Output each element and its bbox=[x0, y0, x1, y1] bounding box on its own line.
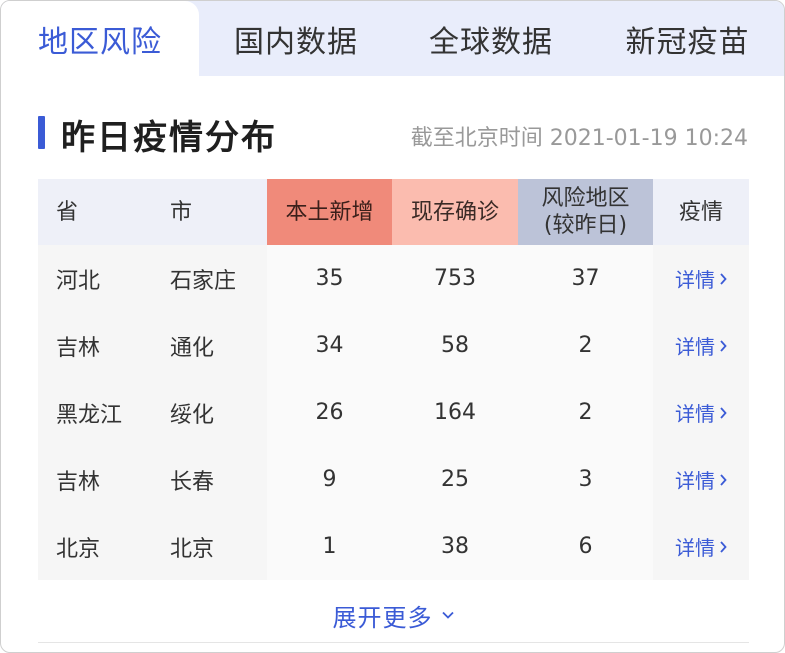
cell-detail: 详情 bbox=[653, 379, 749, 446]
header-detail: 疫情 bbox=[653, 179, 749, 245]
cell-detail: 详情 bbox=[653, 245, 749, 312]
cell-new-local: 26 bbox=[267, 379, 392, 446]
detail-link[interactable]: 详情 bbox=[675, 532, 727, 561]
detail-link-label: 详情 bbox=[675, 536, 715, 560]
cell-detail: 详情 bbox=[653, 446, 749, 513]
detail-link[interactable]: 详情 bbox=[675, 331, 727, 360]
detail-link-label: 详情 bbox=[675, 268, 715, 292]
section-header: 昨日疫情分布 截至北京时间 2021-01-19 10:24 bbox=[1, 76, 784, 176]
header-province: 省 bbox=[38, 179, 152, 245]
cell-city: 通化 bbox=[152, 312, 267, 379]
tab-region-risk[interactable]: 地区风险 bbox=[1, 1, 199, 76]
cell-city: 北京 bbox=[152, 513, 267, 580]
header-risk-area-line2: (较昨日) bbox=[543, 213, 628, 238]
cell-new-local: 35 bbox=[267, 245, 392, 312]
cell-existing: 753 bbox=[392, 245, 518, 312]
cell-province: 吉林 bbox=[38, 446, 152, 513]
table-header-row: 省 市 本土新增 现存确诊 风险地区 (较昨日) 疫情 bbox=[38, 179, 749, 245]
chevron-right-icon bbox=[720, 473, 727, 486]
tab-vaccine[interactable]: 新冠疫苗 bbox=[589, 1, 784, 76]
cell-new-local: 9 bbox=[267, 446, 392, 513]
cell-new-local: 1 bbox=[267, 513, 392, 580]
detail-link-label: 详情 bbox=[675, 402, 715, 426]
detail-link[interactable]: 详情 bbox=[675, 264, 727, 293]
cell-risk: 37 bbox=[518, 245, 653, 312]
cell-risk: 6 bbox=[518, 513, 653, 580]
cell-risk: 3 bbox=[518, 446, 653, 513]
cell-existing: 25 bbox=[392, 446, 518, 513]
tab-domestic-data[interactable]: 国内数据 bbox=[199, 1, 393, 76]
cell-detail: 详情 bbox=[653, 312, 749, 379]
cell-existing: 38 bbox=[392, 513, 518, 580]
expand-more-button[interactable]: 展开更多 bbox=[1, 585, 784, 645]
detail-link-label: 详情 bbox=[675, 335, 715, 359]
divider bbox=[38, 642, 749, 643]
chevron-right-icon bbox=[720, 540, 727, 553]
cell-risk: 2 bbox=[518, 379, 653, 446]
chevron-right-icon bbox=[720, 272, 727, 285]
epidemic-table: 省 市 本土新增 现存确诊 风险地区 (较昨日) 疫情 河北 石家庄 35 75… bbox=[38, 179, 749, 580]
chevron-right-icon bbox=[720, 339, 727, 352]
section-accent-bar bbox=[38, 116, 45, 149]
cell-province: 黑龙江 bbox=[38, 379, 152, 446]
table-row: 黑龙江 绥化 26 164 2 详情 bbox=[38, 379, 749, 446]
cell-existing: 58 bbox=[392, 312, 518, 379]
chevron-down-icon bbox=[441, 611, 454, 619]
cell-detail: 详情 bbox=[653, 513, 749, 580]
update-timestamp: 截至北京时间 2021-01-19 10:24 bbox=[410, 126, 748, 151]
header-city: 市 bbox=[152, 179, 267, 245]
section-title: 昨日疫情分布 bbox=[61, 118, 277, 158]
tab-bar: 地区风险 国内数据 全球数据 新冠疫苗 bbox=[1, 1, 784, 76]
detail-link-label: 详情 bbox=[675, 469, 715, 493]
cell-city: 石家庄 bbox=[152, 245, 267, 312]
header-risk-area[interactable]: 风险地区 (较昨日) bbox=[518, 179, 653, 245]
cell-province: 北京 bbox=[38, 513, 152, 580]
detail-link[interactable]: 详情 bbox=[675, 465, 727, 494]
chevron-right-icon bbox=[720, 406, 727, 419]
table-row: 吉林 通化 34 58 2 详情 bbox=[38, 312, 749, 379]
tab-global-data[interactable]: 全球数据 bbox=[393, 1, 589, 76]
cell-city: 长春 bbox=[152, 446, 267, 513]
page-frame: 地区风险 国内数据 全球数据 新冠疫苗 昨日疫情分布 截至北京时间 2021-0… bbox=[0, 0, 785, 653]
table-row: 吉林 长春 9 25 3 详情 bbox=[38, 446, 749, 513]
expand-more-label: 展开更多 bbox=[332, 603, 433, 632]
cell-city: 绥化 bbox=[152, 379, 267, 446]
cell-province: 吉林 bbox=[38, 312, 152, 379]
cell-province: 河北 bbox=[38, 245, 152, 312]
header-existing-confirmed[interactable]: 现存确诊 bbox=[392, 179, 518, 245]
cell-existing: 164 bbox=[392, 379, 518, 446]
detail-link[interactable]: 详情 bbox=[675, 398, 727, 427]
cell-new-local: 34 bbox=[267, 312, 392, 379]
table-row: 北京 北京 1 38 6 详情 bbox=[38, 513, 749, 580]
cell-risk: 2 bbox=[518, 312, 653, 379]
header-risk-area-line1: 风险地区 bbox=[541, 186, 630, 211]
header-new-local[interactable]: 本土新增 bbox=[267, 179, 392, 245]
table-row: 河北 石家庄 35 753 37 详情 bbox=[38, 245, 749, 312]
